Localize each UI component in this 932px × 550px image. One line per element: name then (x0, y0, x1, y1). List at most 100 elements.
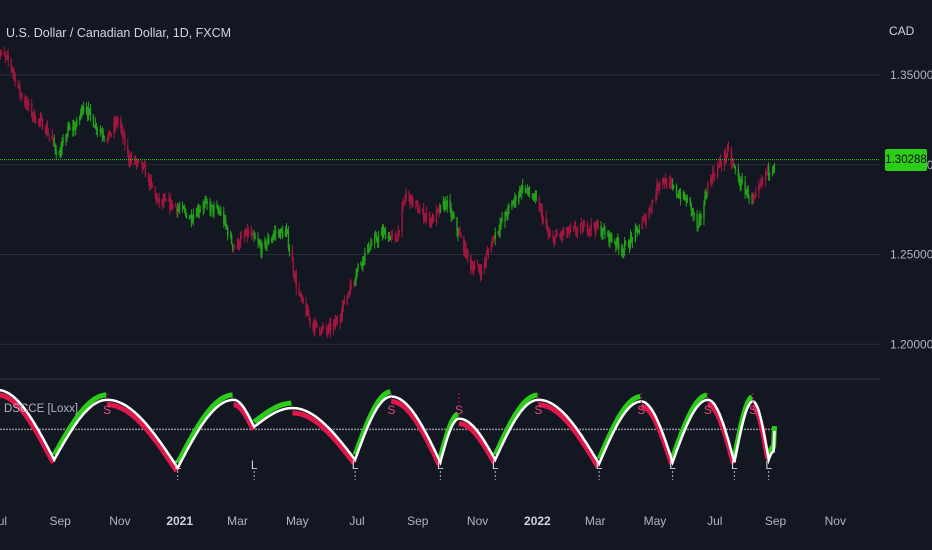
candle-body (686, 197, 689, 203)
candle-body (405, 192, 407, 199)
indicator-color-line (641, 403, 674, 465)
candle-body (508, 206, 510, 208)
candle-body (96, 129, 99, 131)
chart-root[interactable]: SLLLSLSLSLSLSLSL 1.350001.300001.250001.… (0, 0, 932, 550)
candle-body (377, 235, 380, 243)
candle-body (247, 230, 249, 236)
time-tick-label: 2021 (166, 514, 193, 528)
time-tick-label: Nov (467, 514, 488, 528)
time-tick-label: Mar (585, 514, 606, 528)
candle-body (231, 243, 234, 249)
candle-body (357, 264, 359, 269)
candle-body (82, 106, 85, 112)
candle-body (412, 201, 414, 205)
candle-body (651, 201, 653, 210)
candles (0, 46, 776, 339)
candle-body (689, 197, 691, 203)
candle-body (570, 227, 572, 229)
candle-body (645, 217, 647, 224)
candle-body (515, 196, 517, 202)
candle-body (755, 192, 757, 196)
candle-body (549, 235, 551, 238)
candle-body (309, 317, 311, 324)
candle-body (714, 175, 716, 177)
candle-body (288, 248, 291, 251)
candle-body (638, 229, 640, 233)
candle-body (672, 185, 675, 188)
candle-body (501, 219, 503, 222)
candle-body (110, 133, 112, 137)
candle-body (315, 321, 317, 323)
candle-body (521, 185, 524, 191)
time-tick-label: 2022 (524, 514, 551, 528)
long-signal-label: L (731, 458, 738, 472)
candle-body (741, 179, 743, 182)
candle-body (199, 209, 201, 211)
candle-body (773, 167, 776, 169)
candle-body (604, 231, 606, 236)
last-price-tag: 1.30288 (885, 149, 927, 171)
candle-body (485, 254, 488, 262)
candle-body (590, 223, 592, 230)
candle-body (41, 119, 44, 130)
candle-body (439, 204, 442, 213)
candle-body (137, 160, 140, 162)
candle-body (453, 217, 455, 219)
short-signal-label: S (103, 403, 111, 417)
candle-body (636, 227, 639, 230)
candle-body (261, 243, 263, 254)
candle-body (192, 214, 195, 220)
indicator-color-line (292, 410, 357, 465)
candle-body (556, 233, 558, 236)
candle-body (343, 300, 346, 304)
candle-body (727, 147, 730, 150)
candle-body (55, 150, 57, 155)
time-tick-label: Nov (109, 514, 130, 528)
candle-body (384, 230, 387, 240)
candle-body (542, 218, 544, 221)
candle-body (220, 211, 222, 214)
time-tick-label: Jul (707, 514, 722, 528)
long-signal-label: L (669, 458, 676, 472)
time-axis[interactable]: Jul Sep Nov 2021 Mar May Jul Sep Nov 2022 Mar May Ju… (0, 514, 846, 528)
candle-body (62, 139, 64, 144)
candle-body (576, 228, 579, 233)
candle-body (446, 200, 448, 207)
short-signal-label: S (704, 403, 712, 417)
candle-body (213, 206, 215, 213)
candle-body (535, 196, 538, 199)
indicator-color-line (538, 402, 601, 469)
time-tick-label: May (286, 514, 309, 528)
candle-body (720, 164, 723, 166)
time-tick-label: Jul (349, 514, 364, 528)
time-tick-label: Jul (0, 514, 7, 528)
long-signal-label: L (765, 458, 772, 472)
candle-body (425, 213, 428, 216)
candle-body (124, 135, 126, 146)
signal-labels: S L L L S L S L S L S L S L S L (103, 393, 772, 480)
candle-body (230, 235, 233, 244)
candle-body (34, 121, 37, 123)
candle-body (652, 200, 654, 202)
candle-body (48, 134, 51, 136)
candle-body (144, 165, 147, 178)
candle-body (336, 320, 339, 323)
candle-body (408, 192, 410, 196)
indicator-title[interactable]: DSCCE [Loxx] (4, 403, 78, 415)
candle-body (172, 204, 174, 208)
candle-body (391, 234, 394, 236)
candle-body (295, 275, 297, 288)
candle-body (178, 208, 181, 210)
candle-body (494, 232, 496, 240)
currency-label: CAD (889, 24, 915, 38)
candle-body (703, 204, 705, 219)
time-tick-label: Mar (227, 514, 248, 528)
long-signal-label: L (437, 458, 444, 472)
long-signal-label: L (251, 458, 258, 472)
candle-body (19, 85, 21, 95)
price-axis[interactable]: 1.350001.300001.250001.20000 (890, 68, 932, 351)
candle-body (432, 215, 435, 222)
candle-body (624, 242, 627, 244)
chart-title[interactable]: U.S. Dollar / Canadian Dollar, 1D, FXCM (6, 26, 231, 40)
candle-body (487, 250, 490, 252)
